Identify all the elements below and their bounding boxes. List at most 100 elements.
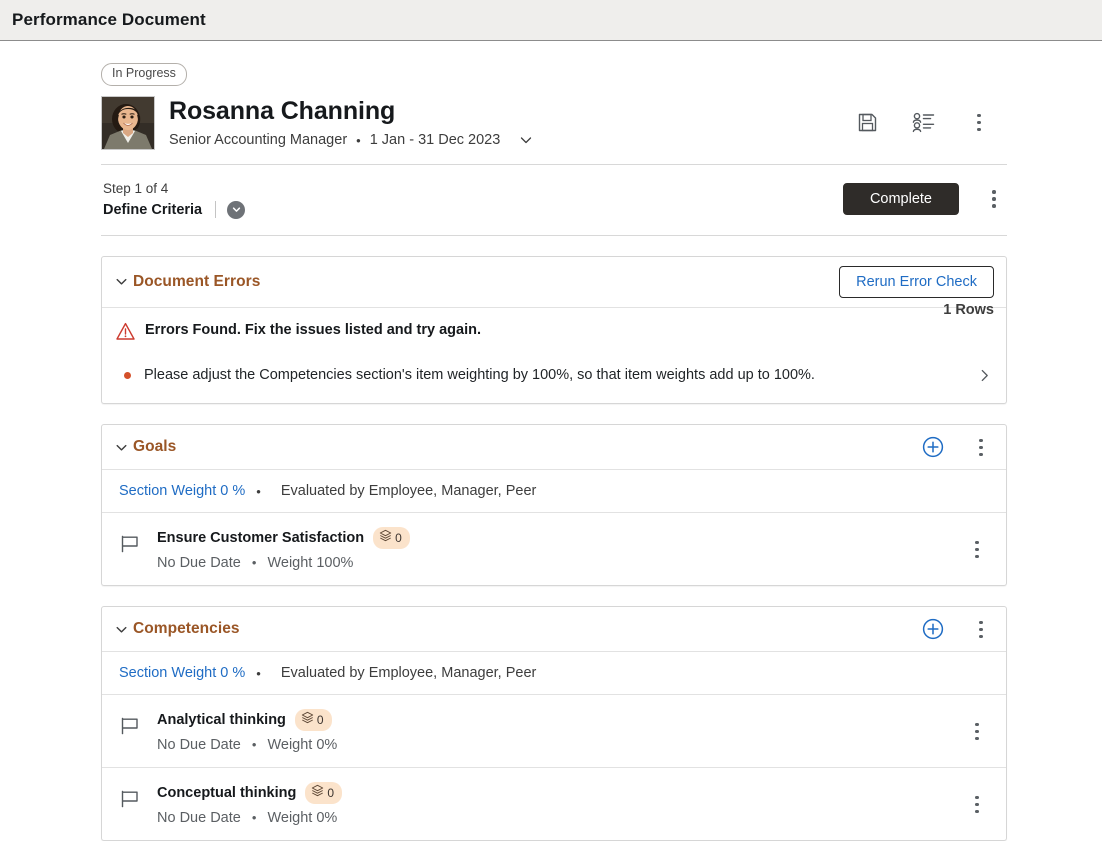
kebab-dot	[975, 729, 979, 734]
step-name-line: Define Criteria	[103, 200, 246, 219]
chevron-right-icon[interactable]	[965, 368, 992, 383]
competency-item-row[interactable]: Analytical thinking 0 No Due Date • Weig…	[102, 695, 1006, 769]
add-goal-icon[interactable]	[922, 436, 944, 458]
goals-header-actions	[922, 434, 994, 460]
chevron-down-circle-icon[interactable]	[227, 200, 246, 219]
goal-item-badge: 0	[373, 527, 410, 550]
status-row: In Progress	[101, 41, 1007, 86]
goals-card: Goals Section Weight 0 % • Evaluated by …	[101, 424, 1007, 587]
warning-triangle-icon	[116, 322, 136, 346]
competency-item-row[interactable]: Conceptual thinking 0 No Due Date • Weig…	[102, 768, 1006, 840]
meta-separator: •	[251, 810, 257, 826]
add-competency-icon[interactable]	[922, 618, 944, 640]
kebab-dot	[992, 190, 996, 194]
employee-job-title: Senior Accounting Manager	[169, 132, 348, 149]
goals-more-options-icon[interactable]	[968, 434, 994, 460]
goal-item-main: Ensure Customer Satisfaction 0 No Due Da…	[157, 527, 410, 571]
goal-item-weight: Weight 100%	[267, 555, 354, 572]
errors-summary-row: Errors Found. Fix the issues listed and …	[102, 302, 1006, 356]
kebab-dot	[992, 204, 996, 208]
competency-item-subtext: No Due Date • Weight 0%	[157, 810, 342, 826]
layers-stack-icon	[311, 784, 324, 802]
competencies-more-options-icon[interactable]	[968, 616, 994, 642]
competency-item-weight: Weight 0%	[267, 810, 338, 827]
rerun-error-check-button[interactable]: Rerun Error Check	[839, 265, 994, 298]
complete-button[interactable]: Complete	[842, 182, 959, 215]
kebab-dot	[975, 809, 979, 814]
save-icon[interactable]	[839, 106, 895, 140]
meta-separator: •	[356, 132, 361, 148]
competency-item-weight: Weight 0%	[267, 737, 338, 754]
competency-item-more-options-icon[interactable]	[964, 791, 990, 817]
competency-item-more-options-icon[interactable]	[964, 718, 990, 744]
goals-section-weight-link[interactable]: Section Weight 0 %	[119, 483, 245, 499]
more-options-icon[interactable]	[966, 110, 992, 136]
goal-item-row[interactable]: Ensure Customer Satisfaction 0 No Due Da…	[102, 513, 1006, 585]
errors-rows-count: 1 Rows	[943, 301, 994, 318]
kebab-dot	[975, 554, 979, 559]
competencies-section-weight-link[interactable]: Section Weight 0 %	[119, 665, 245, 681]
goal-item-badge-count: 0	[395, 531, 402, 546]
collapse-chevron-down-icon[interactable]	[114, 622, 129, 637]
kebab-dot	[977, 120, 981, 125]
kebab-dot	[975, 540, 979, 545]
meta-separator: •	[251, 555, 257, 571]
competency-item-due-date: No Due Date	[157, 737, 241, 754]
goals-evaluated-by: Evaluated by Employee, Manager, Peer	[280, 483, 537, 500]
goal-item-more-options-icon[interactable]	[964, 536, 990, 562]
collapse-chevron-down-icon[interactable]	[114, 440, 129, 455]
content-container: In Progress Rosanna Channing Senior Acco…	[101, 41, 1007, 841]
competencies-header-actions	[922, 616, 994, 642]
collapse-chevron-down-icon[interactable]	[114, 274, 129, 289]
kebab-dot	[979, 627, 983, 632]
goals-title: Goals	[133, 438, 177, 456]
kebab-dot	[975, 795, 979, 800]
bullet-icon	[124, 372, 131, 380]
meta-separator: •	[251, 737, 257, 753]
kebab-dot	[975, 722, 979, 727]
competencies-evaluated-by: Evaluated by Employee, Manager, Peer	[280, 665, 537, 682]
competency-item-title: Analytical thinking	[157, 712, 286, 729]
competencies-card: Competencies Section Weight 0 % • Evalua…	[101, 606, 1007, 841]
kebab-dot	[975, 736, 979, 741]
error-list-item[interactable]: Please adjust the Competencies section's…	[102, 356, 1006, 404]
step-actions: Complete	[842, 182, 1007, 215]
document-errors-card: Document Errors Rerun Error Check Errors…	[101, 255, 1007, 405]
header-more-options-button[interactable]	[951, 106, 1007, 140]
goal-item-title-line: Ensure Customer Satisfaction 0	[157, 527, 410, 550]
chevron-down-icon[interactable]	[518, 132, 534, 148]
step-info: Step 1 of 4 Define Criteria	[103, 179, 246, 219]
app-title-bar: Performance Document	[0, 0, 1102, 41]
page-body: In Progress Rosanna Channing Senior Acco…	[0, 41, 1102, 841]
kebab-dot	[979, 620, 983, 625]
kebab-dot	[975, 802, 979, 807]
kebab-dot	[992, 197, 996, 201]
employee-header: Rosanna Channing Senior Accounting Manag…	[101, 86, 1007, 165]
flag-icon	[119, 715, 141, 742]
kebab-dot	[979, 438, 983, 443]
employee-meta: Senior Accounting Manager • 1 Jan - 31 D…	[169, 132, 534, 148]
errors-summary-text: Errors Found. Fix the issues listed and …	[145, 321, 481, 338]
layers-stack-icon	[379, 529, 392, 547]
competency-item-subtext: No Due Date • Weight 0%	[157, 737, 337, 753]
goals-meta-row: Section Weight 0 % • Evaluated by Employ…	[102, 470, 1006, 514]
document-errors-header-actions: Rerun Error Check	[839, 265, 994, 298]
competencies-title: Competencies	[133, 620, 240, 638]
step-name: Define Criteria	[103, 201, 203, 218]
competency-item-badge-count: 0	[327, 786, 335, 801]
kebab-dot	[979, 445, 983, 450]
kebab-dot	[979, 634, 983, 639]
participant-list-icon[interactable]	[895, 106, 951, 140]
step-more-options-icon[interactable]	[981, 186, 1007, 212]
kebab-dot	[975, 547, 979, 552]
status-badge: In Progress	[101, 63, 187, 86]
step-counter: Step 1 of 4	[103, 180, 169, 196]
flag-icon	[119, 533, 141, 560]
competency-item-main: Conceptual thinking 0 No Due Date • Weig…	[157, 782, 343, 826]
kebab-dot	[977, 113, 981, 118]
competency-item-badge-count: 0	[316, 713, 324, 728]
competencies-meta-row: Section Weight 0 % • Evaluated by Employ…	[102, 652, 1006, 696]
avatar	[101, 95, 155, 150]
employee-info: Rosanna Channing Senior Accounting Manag…	[169, 96, 534, 148]
flag-icon	[119, 788, 141, 815]
